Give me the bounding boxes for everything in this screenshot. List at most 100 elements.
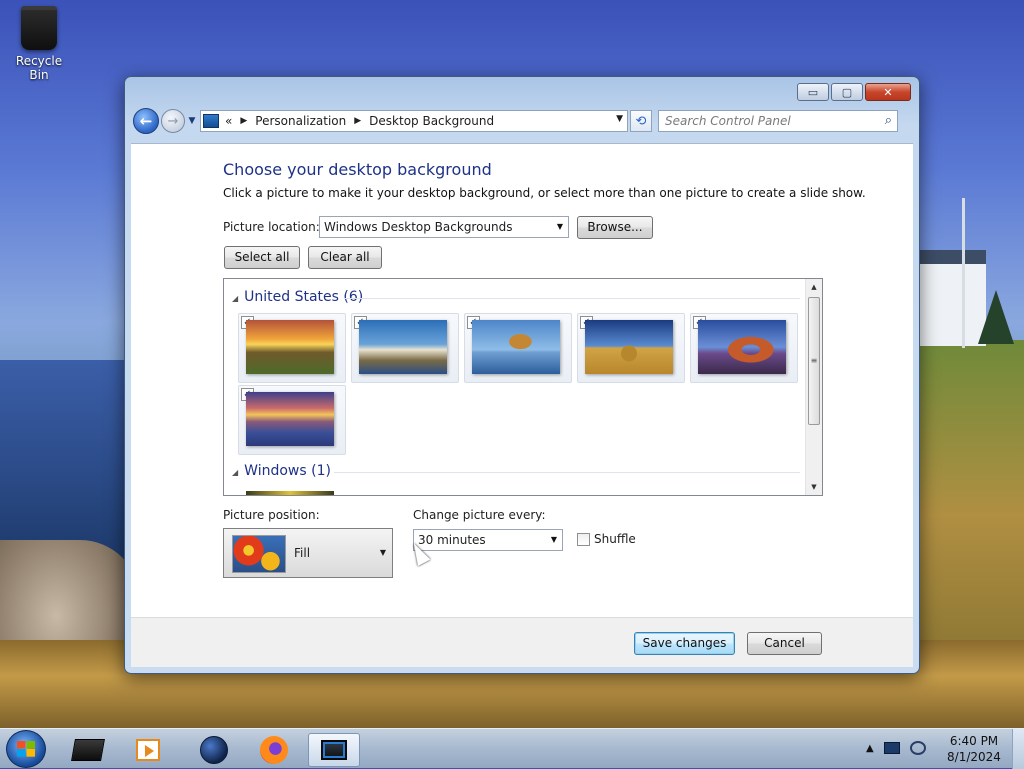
collapse-icon: ◢ [232,294,239,303]
thumbnail-hay-bale[interactable]: ✓ [577,313,685,383]
file-explorer-icon [71,739,105,761]
picture-location-label: Picture location: [223,220,320,234]
close-icon: ✕ [883,85,893,99]
page-title: Choose your desktop background [223,160,492,179]
search-input[interactable]: Search Control Panel ⌕ [658,110,898,132]
windows-logo-icon [17,741,35,757]
picture-position-value: Fill [294,546,311,560]
forward-button[interactable]: → [161,109,185,133]
thumbnail-windows-partial[interactable] [246,491,334,495]
change-picture-interval-select[interactable]: 30 minutes ▼ [413,529,563,551]
dialog-footer: Save changes Cancel [131,617,913,667]
scroll-down-icon[interactable]: ▼ [806,479,822,495]
address-bar[interactable]: « ▶ Personalization ▶ Desktop Background… [200,110,628,132]
browse-button[interactable]: Browse... [577,216,653,239]
back-button[interactable]: ← [133,108,159,134]
desktop-wallpaper-flagpole [962,198,965,348]
refresh-icon: ⟲ [635,113,647,129]
breadcrumb-overflow[interactable]: « [225,114,232,128]
recent-pages-dropdown[interactable]: ▼ [186,116,198,126]
start-button[interactable] [6,730,46,768]
group-title: Windows (1) [244,463,331,479]
group-header-windows[interactable]: ◢ Windows (1) [232,463,331,479]
gallery-scrollbar[interactable]: ▲ ≡ ▼ [805,279,822,495]
clock-date: 8/1/2024 [947,750,1001,764]
action-center-icon[interactable] [883,742,900,754]
show-hidden-icons-icon[interactable]: ▲ [866,743,874,754]
desktop-wallpaper-tree [978,290,1014,344]
chevron-down-icon: ▼ [556,222,563,231]
clock-time: 6:40 PM [949,734,999,748]
system-tray: ▲ [866,741,926,755]
select-all-button[interactable]: Select all [224,246,300,269]
close-button[interactable]: ✕ [865,83,911,101]
search-placeholder: Search Control Panel [665,114,791,128]
desktop-wallpaper-house [920,250,986,346]
thumbnail-beach-rock[interactable]: ✓ [464,313,572,383]
shuffle-label: Shuffle [594,532,636,546]
scroll-thumb[interactable]: ≡ [808,297,820,425]
arrow-right-icon: → [167,113,179,129]
refresh-button[interactable]: ⟲ [630,110,652,132]
desktop-icon-recycle-bin[interactable]: Recycle Bin [6,6,72,82]
breadcrumb-personalization[interactable]: Personalization [255,114,346,128]
checkbox-icon[interactable] [577,532,590,546]
address-dropdown-icon[interactable]: ▼ [616,114,623,124]
chevron-down-icon: ▼ [188,116,196,126]
network-icon[interactable] [909,741,926,755]
wallpaper-image [585,320,673,374]
arrow-left-icon: ← [139,112,153,130]
save-changes-button[interactable]: Save changes [634,632,735,655]
thumbnail-sunset-field[interactable]: ✓ [238,313,346,383]
picture-location-select[interactable]: Windows Desktop Backgrounds ▼ [319,216,569,238]
breadcrumb-desktop-background[interactable]: Desktop Background [369,114,494,128]
taskbar-media-player[interactable] [122,733,174,767]
minimize-icon: ▭ [807,85,819,99]
breadcrumb-separator-icon: ▶ [354,116,362,126]
clock[interactable]: 6:40 PM 8/1/2024 [938,733,1010,765]
media-player-icon [136,739,160,761]
thumbnail-lighthouse[interactable]: ✓ [351,313,459,383]
breadcrumb-separator-icon: ▶ [240,116,248,126]
minimize-button[interactable]: ▭ [797,83,829,101]
wallpaper-image [472,320,560,374]
taskbar-firefox[interactable] [248,733,300,767]
desktop-background-window: ▭ ▢ ✕ ← → ▼ « ▶ Personalization ▶ Deskto… [124,76,920,674]
navigation-bar: ← → ▼ « ▶ Personalization ▶ Desktop Back… [133,107,911,135]
maximize-icon: ▢ [841,85,853,99]
taskbar-file-explorer[interactable] [62,733,114,767]
picture-position-select[interactable]: Fill ▼ [223,528,393,578]
taskbar-control-panel[interactable] [308,733,360,767]
picture-position-label: Picture position: [223,508,320,522]
group-header-united-states[interactable]: ◢ United States (6) [232,289,363,305]
maximize-button[interactable]: ▢ [831,83,863,101]
group-divider [334,472,800,473]
cancel-button[interactable]: Cancel [747,632,822,655]
shuffle-checkbox[interactable]: Shuffle [577,532,636,546]
flower-preview-icon [232,535,286,573]
search-icon[interactable]: ⌕ [885,113,892,128]
firefox-icon [260,736,288,764]
wallpaper-image [246,392,334,446]
show-desktop-button[interactable] [1012,729,1024,769]
wallpaper-gallery: ◢ United States (6) ✓ ✓ ✓ ✓ ✓ [223,278,823,496]
picture-location-value: Windows Desktop Backgrounds [324,220,513,234]
window-controls: ▭ ▢ ✕ [797,83,911,101]
desktop-icon-label: Recycle Bin [15,54,63,82]
thumbnail-delicate-arch[interactable]: ✓ [690,313,798,383]
chevron-down-icon: ▼ [379,548,386,557]
chevron-down-icon: ▼ [550,535,557,544]
main-content: Choose your desktop background Click a p… [131,143,913,617]
wallpaper-image [698,320,786,374]
taskbar-globe-app[interactable] [188,733,240,767]
wallpaper-image [246,320,334,374]
scroll-up-icon[interactable]: ▲ [806,279,822,295]
recycle-bin-icon [21,6,57,50]
clear-all-button[interactable]: Clear all [308,246,382,269]
wallpaper-image [359,320,447,374]
group-title: United States (6) [244,289,364,305]
thumbnail-lake-flowers[interactable]: ✓ [238,385,346,455]
change-picture-label: Change picture every: [413,508,546,522]
group-divider [344,298,800,299]
taskbar: ▲ 6:40 PM 8/1/2024 [0,728,1024,769]
